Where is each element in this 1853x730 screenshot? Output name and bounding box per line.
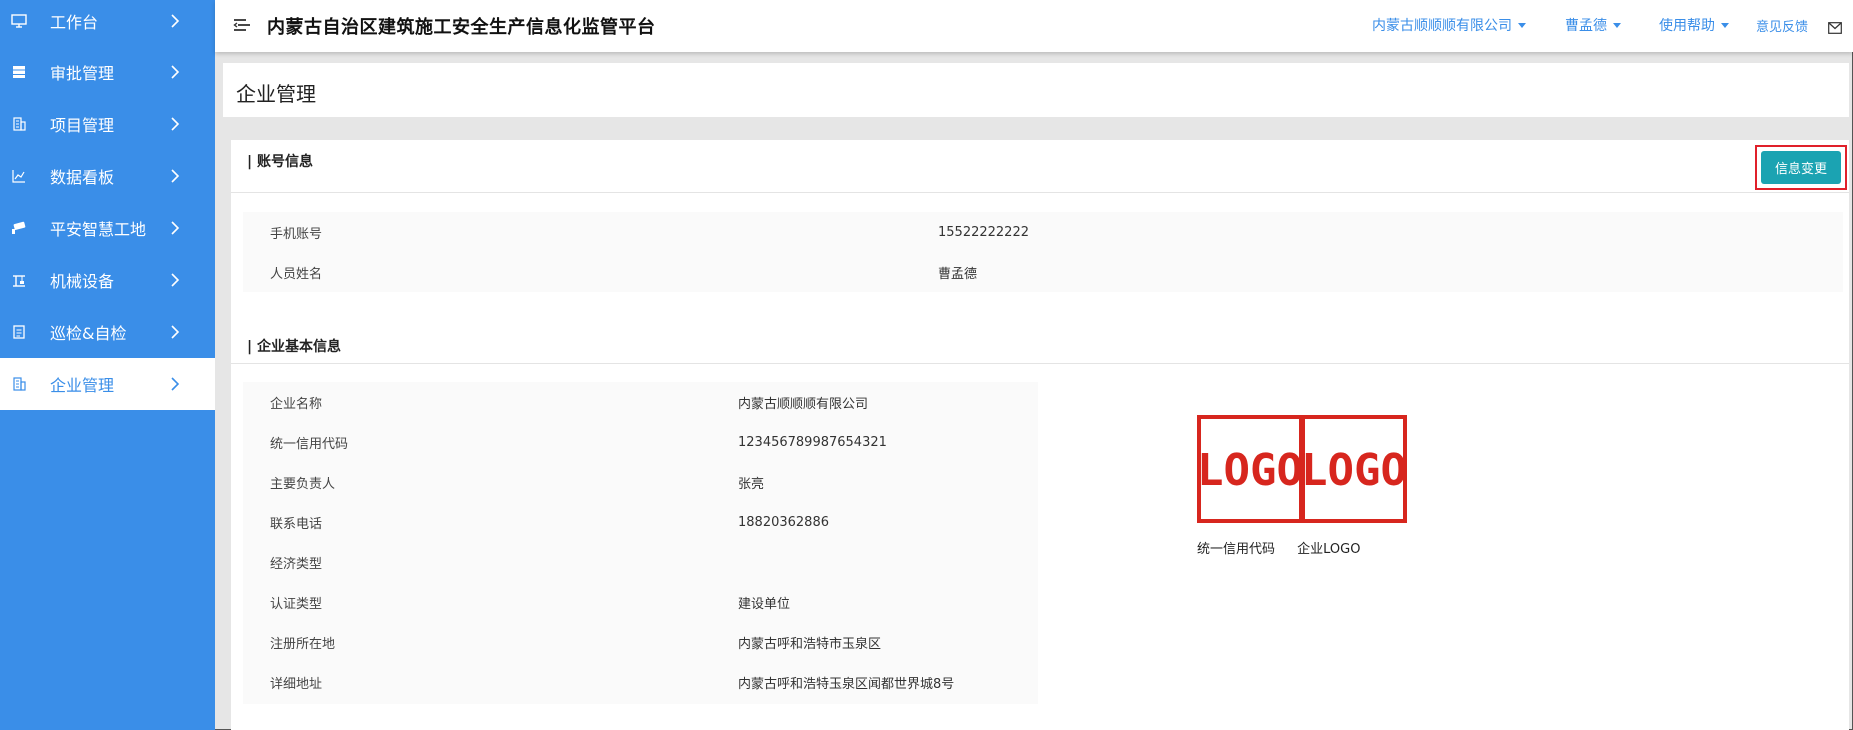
field-value: 18820362886 [738, 514, 829, 530]
enterprise-panel: | 账号信息 信息变更 手机账号 15522222222 人员姓名 曹孟德 | … [231, 140, 1849, 730]
field-value: 内蒙古顺顺顺有限公司 [738, 396, 869, 412]
logo-text-right: LOGO [1301, 445, 1407, 496]
caret-down-icon [1721, 22, 1729, 28]
top-header: 内蒙古自治区建筑施工安全生产信息化监管平台 内蒙古顺顺顺有限公司 曹孟德 使用帮… [215, 0, 1853, 52]
field-value: 曹孟德 [938, 266, 978, 282]
field-value: 内蒙古呼和浩特玉泉区闻都世界城8号 [738, 676, 955, 692]
help-label: 使用帮助 [1659, 18, 1715, 34]
change-button-highlight: 信息变更 [1755, 145, 1847, 190]
list-item: 经济类型 [243, 542, 1038, 582]
sidebar-item-projects[interactable]: 项目管理 [0, 98, 215, 150]
sidebar-item-label: 项目管理 [50, 116, 115, 135]
mail-icon[interactable] [1828, 19, 1842, 34]
building-icon [11, 376, 27, 392]
field-value: 15522222222 [938, 224, 1029, 240]
list-item: 统一信用代码 123456789987654321 [243, 422, 1038, 462]
enterprise-logo-image: LOGO [1301, 415, 1407, 523]
feedback-link[interactable]: 意见反馈 [1756, 16, 1808, 35]
chevron-right-icon [170, 376, 182, 392]
chevron-right-icon [170, 13, 182, 29]
list-item: 联系电话 18820362886 [243, 502, 1038, 542]
field-label: 统一信用代码 [270, 436, 349, 452]
chart-icon [11, 168, 27, 184]
help-dropdown[interactable]: 使用帮助 [1659, 15, 1729, 35]
account-info-list: 手机账号 15522222222 人员姓名 曹孟德 [243, 212, 1843, 292]
list-item: 人员姓名 曹孟德 [243, 252, 1843, 292]
list-item: 认证类型 建设单位 [243, 582, 1038, 622]
enterprise-info-list: 企业名称 内蒙古顺顺顺有限公司 统一信用代码 12345678998765432… [243, 382, 1038, 704]
sidebar-item-workbench[interactable]: 工作台 [0, 0, 215, 47]
enterprise-section-header: | 企业基本信息 [231, 312, 1849, 364]
clipboard-icon [11, 324, 27, 340]
sidebar-item-enterprise[interactable]: 企业管理 [0, 358, 215, 410]
field-label: 人员姓名 [270, 266, 323, 282]
list-item: 注册所在地 内蒙古呼和浩特市玉泉区 [243, 622, 1038, 662]
logo-captions: 统一信用代码 企业LOGO [1197, 538, 1378, 557]
sidebar-item-label: 巡检&自检 [50, 324, 127, 343]
app-title: 内蒙古自治区建筑施工安全生产信息化监管平台 [267, 17, 656, 38]
chevron-right-icon [170, 220, 182, 236]
monitor-icon [11, 13, 27, 29]
page-title-card: 企业管理 [223, 63, 1849, 117]
logo-text-left: LOGO [1197, 445, 1303, 496]
sidebar-item-approval[interactable]: 审批管理 [0, 46, 215, 98]
caption-credit-code: 统一信用代码 [1197, 542, 1276, 557]
field-label: 详细地址 [270, 676, 323, 692]
list-item: 主要负责人 张亮 [243, 462, 1038, 502]
list-item: 详细地址 内蒙古呼和浩特玉泉区闻都世界城8号 [243, 662, 1038, 702]
field-value: 建设单位 [738, 596, 791, 612]
info-change-button[interactable]: 信息变更 [1761, 151, 1841, 184]
company-dropdown[interactable]: 内蒙古顺顺顺有限公司 [1372, 15, 1526, 35]
chevron-right-icon [170, 116, 182, 132]
company-name: 内蒙古顺顺顺有限公司 [1372, 18, 1512, 34]
sidebar-item-smart-site[interactable]: 平安智慧工地 [0, 202, 215, 254]
chevron-right-icon [170, 272, 182, 288]
camera-icon [11, 220, 27, 236]
chevron-right-icon [170, 64, 182, 80]
field-label: 联系电话 [270, 516, 323, 532]
user-dropdown[interactable]: 曹孟德 [1565, 15, 1621, 35]
page-title: 企业管理 [236, 82, 316, 106]
account-section-title: | 账号信息 [247, 154, 313, 170]
sidebar: 工作台 审批管理 项目管理 数据看板 平安智慧工地 机械设备 巡检&自检 企业管… [0, 0, 215, 730]
building-icon [11, 116, 27, 132]
field-label: 企业名称 [270, 396, 323, 412]
chevron-right-icon [170, 168, 182, 184]
field-value: 张亮 [738, 476, 765, 492]
account-section-header: | 账号信息 信息变更 [231, 140, 1849, 193]
enterprise-section-title: | 企业基本信息 [247, 339, 341, 355]
caption-enterprise-logo: 企业LOGO [1297, 542, 1361, 557]
field-label: 认证类型 [270, 596, 323, 612]
sidebar-item-inspection[interactable]: 巡检&自检 [0, 306, 215, 358]
field-label: 注册所在地 [270, 636, 336, 652]
server-icon [11, 64, 27, 80]
chevron-right-icon [170, 324, 182, 340]
sidebar-item-label: 机械设备 [50, 272, 115, 291]
logo-images: LOGO LOGO [1197, 415, 1407, 523]
crane-icon [11, 272, 27, 288]
sidebar-item-label: 企业管理 [50, 376, 115, 395]
field-value: 123456789987654321 [738, 434, 887, 450]
sidebar-item-machinery[interactable]: 机械设备 [0, 254, 215, 306]
credit-code-logo-image: LOGO [1197, 415, 1303, 523]
menu-collapse-icon[interactable] [233, 16, 251, 34]
list-item: 企业名称 内蒙古顺顺顺有限公司 [243, 382, 1038, 422]
sidebar-item-label: 工作台 [50, 13, 99, 32]
sidebar-item-label: 平安智慧工地 [50, 220, 147, 239]
sidebar-item-label: 审批管理 [50, 64, 115, 83]
user-name: 曹孟德 [1565, 18, 1607, 34]
caret-down-icon [1518, 22, 1526, 28]
caret-down-icon [1613, 22, 1621, 28]
field-label: 经济类型 [270, 556, 323, 572]
sidebar-item-dashboard[interactable]: 数据看板 [0, 150, 215, 202]
field-value: 内蒙古呼和浩特市玉泉区 [738, 636, 882, 652]
list-item: 手机账号 15522222222 [243, 212, 1843, 252]
field-label: 主要负责人 [270, 476, 336, 492]
field-label: 手机账号 [270, 226, 323, 242]
sidebar-item-label: 数据看板 [50, 168, 115, 187]
